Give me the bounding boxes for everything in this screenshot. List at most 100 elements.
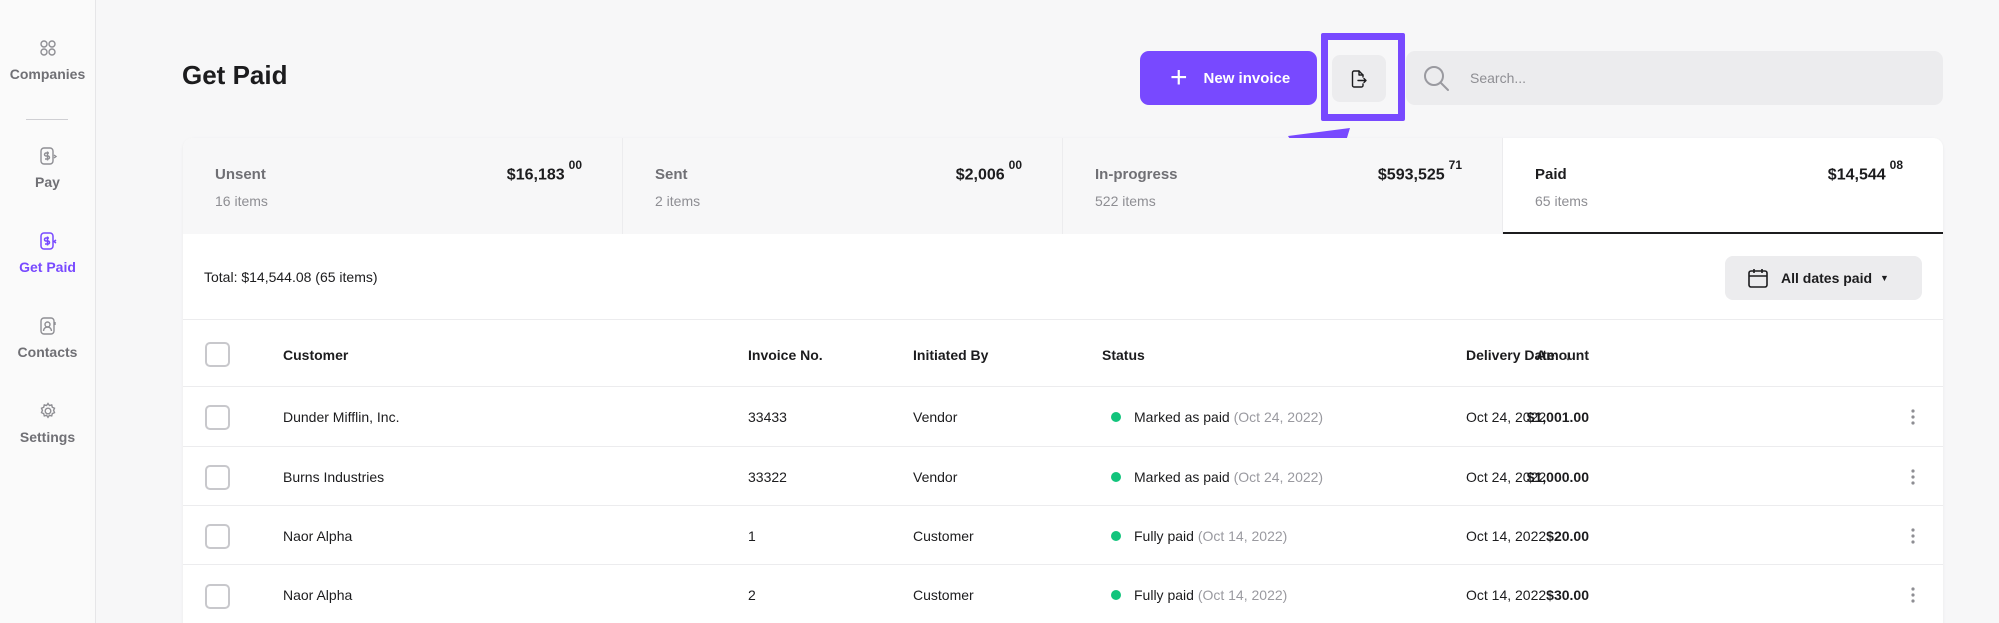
sidebar-item-get-paid[interactable]: Get Paid xyxy=(0,231,95,275)
cell-customer[interactable]: Burns Industries xyxy=(283,469,384,485)
select-all-checkbox[interactable] xyxy=(205,342,230,367)
status-label: Fully paid xyxy=(1134,528,1194,544)
cell-invoice-no: 33322 xyxy=(748,469,787,485)
tab-label: Unsent xyxy=(215,166,266,183)
tab-unsent[interactable]: Unsent 16 items $16,18300 xyxy=(183,138,623,234)
sidebar-item-pay[interactable]: Pay xyxy=(0,146,95,190)
grid-icon xyxy=(39,40,56,56)
column-header-amount[interactable]: Amount xyxy=(1449,347,1589,363)
tab-amount-value: $593,525 xyxy=(1377,166,1445,184)
tab-amount: $593,52571 xyxy=(1377,158,1462,184)
cell-initiated-by: Vendor xyxy=(913,409,958,425)
column-header-invoice-no[interactable]: Invoice No. xyxy=(748,347,823,363)
page-title: Get Paid xyxy=(182,60,288,90)
cell-amount: $1,001.00 xyxy=(1526,409,1589,425)
calendar-icon xyxy=(1748,269,1768,288)
tab-count: 16 items xyxy=(215,193,268,209)
cell-status: Fully paid (Oct 14, 2022) xyxy=(1134,587,1287,603)
cell-customer[interactable]: Naor Alpha xyxy=(283,528,352,544)
divider xyxy=(183,319,1943,320)
tab-count: 2 items xyxy=(655,193,701,209)
divider xyxy=(183,386,1943,387)
date-filter-label: All dates paid xyxy=(1781,270,1873,286)
export-file-icon xyxy=(1351,69,1367,88)
sidebar-divider xyxy=(26,119,68,120)
new-invoice-button[interactable]: + New invoice xyxy=(1140,51,1317,105)
cell-initiated-by: Vendor xyxy=(913,469,958,485)
tab-amount: $2,00600 xyxy=(955,158,1022,184)
cell-initiated-by: Customer xyxy=(913,587,974,603)
search-box[interactable] xyxy=(1406,51,1943,105)
cell-customer[interactable]: Dunder Mifflin, Inc. xyxy=(283,409,399,425)
cell-status: Fully paid (Oct 14, 2022) xyxy=(1134,528,1287,544)
tab-amount-value: $14,544 xyxy=(1827,166,1886,184)
sidebar-item-label: Contacts xyxy=(17,344,78,360)
search-input[interactable] xyxy=(1470,70,1890,86)
tab-count: 65 items xyxy=(1535,193,1588,209)
status-dot xyxy=(1111,472,1121,482)
contact-icon xyxy=(39,317,56,335)
export-button[interactable] xyxy=(1332,55,1386,102)
sidebar-item-companies[interactable]: Companies xyxy=(0,38,95,82)
status-dot xyxy=(1111,531,1121,541)
row-checkbox[interactable] xyxy=(205,405,230,430)
status-label: Marked as paid xyxy=(1134,409,1230,425)
column-header-status[interactable]: Status xyxy=(1102,347,1145,363)
chevron-down-icon: ▼ xyxy=(1880,273,1889,283)
new-invoice-label: New invoice xyxy=(1203,69,1291,87)
tab-amount-cents: 00 xyxy=(1008,158,1022,172)
tab-amount-cents: 08 xyxy=(1889,158,1903,172)
sidebar-item-label: Companies xyxy=(9,66,86,82)
sidebar-item-contacts[interactable]: Contacts xyxy=(0,316,95,360)
status-date: (Oct 24, 2022) xyxy=(1233,409,1324,425)
tab-sent[interactable]: Sent 2 items $2,00600 xyxy=(623,138,1063,234)
total-summary: Total: $14,544.08 (65 items) xyxy=(204,269,378,285)
cell-customer[interactable]: Naor Alpha xyxy=(283,587,352,603)
tab-amount: $16,18300 xyxy=(506,158,582,184)
cell-amount: $20.00 xyxy=(1546,528,1589,544)
cell-invoice-no: 1 xyxy=(748,528,756,544)
column-header-initiated-by[interactable]: Initiated By xyxy=(913,347,988,363)
sidebar-item-label: Settings xyxy=(19,429,76,445)
tab-amount: $14,54408 xyxy=(1827,158,1903,184)
sidebar-item-label: Get Paid xyxy=(19,259,76,275)
tab-amount-value: $2,006 xyxy=(955,166,1005,184)
column-header-customer[interactable]: Customer xyxy=(283,347,348,363)
status-date: (Oct 14, 2022) xyxy=(1197,587,1288,603)
row-checkbox[interactable] xyxy=(205,465,230,490)
cell-amount: $1,000.00 xyxy=(1526,469,1589,485)
divider xyxy=(183,446,1943,447)
tab-paid[interactable]: Paid 65 items $14,54408 xyxy=(1503,138,1943,234)
tab-label: In-progress xyxy=(1095,166,1178,183)
cell-invoice-no: 2 xyxy=(748,587,756,603)
cell-initiated-by: Customer xyxy=(913,528,974,544)
row-checkbox[interactable] xyxy=(205,524,230,549)
status-date: (Oct 14, 2022) xyxy=(1197,528,1288,544)
cell-invoice-no: 33433 xyxy=(748,409,787,425)
status-dot xyxy=(1111,412,1121,422)
tab-amount-cents: 00 xyxy=(568,158,582,172)
more-options-icon[interactable] xyxy=(1905,467,1921,487)
tab-amount-value: $16,183 xyxy=(506,166,565,184)
get-paid-icon xyxy=(39,232,56,250)
status-label: Fully paid xyxy=(1134,587,1194,603)
status-label: Marked as paid xyxy=(1134,469,1230,485)
more-options-icon[interactable] xyxy=(1905,526,1921,546)
plus-icon: + xyxy=(1170,61,1188,94)
row-checkbox[interactable] xyxy=(205,584,230,609)
tab-label: Sent xyxy=(655,166,688,183)
sidebar-item-label: Pay xyxy=(35,174,60,190)
invoices-card: Unsent 16 items $16,18300 Sent 2 items $… xyxy=(183,138,1943,623)
divider xyxy=(183,505,1943,506)
cell-amount: $30.00 xyxy=(1546,587,1589,603)
date-filter-dropdown[interactable]: All dates paid ▼ xyxy=(1725,256,1922,300)
more-options-icon[interactable] xyxy=(1905,407,1921,427)
sidebar-item-settings[interactable]: Settings xyxy=(0,401,95,445)
pay-icon xyxy=(39,147,57,165)
tab-label: Paid xyxy=(1535,166,1567,183)
cell-status: Marked as paid (Oct 24, 2022) xyxy=(1134,469,1323,485)
status-date: (Oct 24, 2022) xyxy=(1233,469,1324,485)
tab-in-progress[interactable]: In-progress 522 items $593,52571 xyxy=(1063,138,1503,234)
tab-amount-cents: 71 xyxy=(1448,158,1462,172)
more-options-icon[interactable] xyxy=(1905,585,1921,605)
